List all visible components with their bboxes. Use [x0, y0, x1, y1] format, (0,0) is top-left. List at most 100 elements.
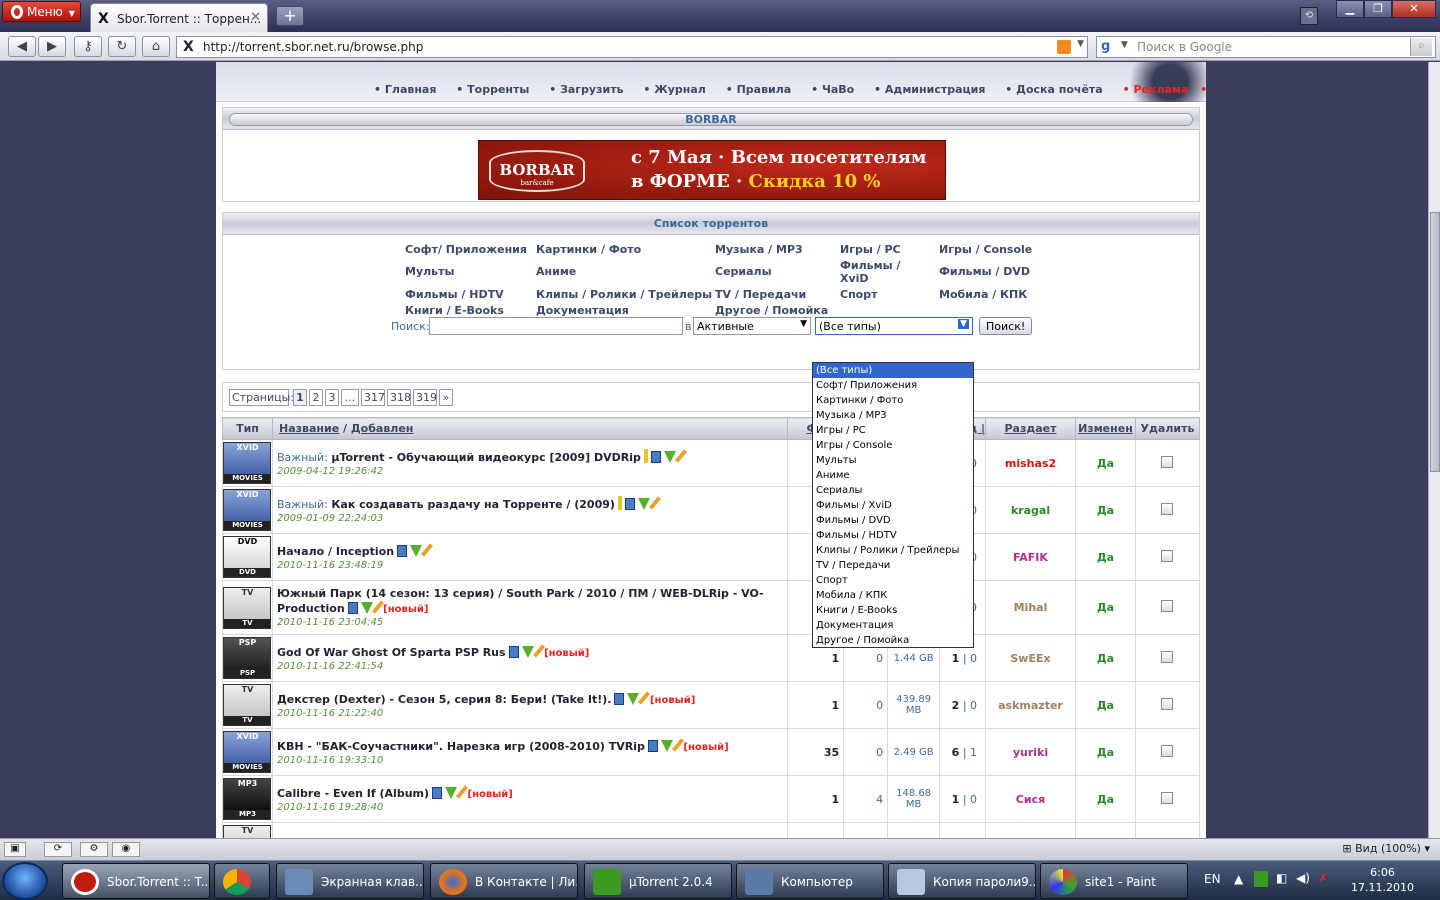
nav-item[interactable]: • Главная [374, 83, 444, 96]
table-row[interactable]: DVD DVD Начало / Inception 2010-11-16 23:48… [222, 533, 1201, 581]
edit-icon[interactable] [421, 543, 434, 557]
dropdown-option[interactable]: Сериалы [813, 483, 973, 498]
category-link[interactable]: Игры / Console [939, 243, 1032, 256]
torrent-title-link[interactable]: Как создавать раздачу на Торренте / (200… [331, 498, 614, 511]
close-window-button[interactable]: ✕ [1392, 0, 1436, 18]
dropdown-option[interactable]: Книги / E-Books [813, 603, 973, 618]
trash-icon[interactable]: ⟲ [1300, 7, 1318, 25]
uploader-link[interactable]: SwEEx [985, 634, 1076, 682]
col-changed[interactable]: Изменен [1074, 417, 1136, 440]
download-icon[interactable] [660, 740, 673, 752]
dropdown-option[interactable]: Игры / Console [813, 438, 973, 453]
chevron-down-icon[interactable]: ▼ [1077, 39, 1084, 49]
utorrent-tray-icon[interactable] [1254, 871, 1268, 887]
language-indicator[interactable]: EN [1204, 872, 1221, 886]
dropdown-option[interactable]: Картинки / Фото [813, 393, 973, 408]
files-cell[interactable]: 35 [787, 728, 845, 776]
home-button[interactable]: ⌂ [142, 36, 170, 57]
rss-icon[interactable] [1057, 40, 1071, 54]
category-link[interactable]: Фильмы / HDTV [405, 288, 504, 301]
nav-item[interactable]: • Торренты [456, 83, 537, 96]
category-link[interactable]: Сериалы [715, 265, 772, 278]
delete-checkbox[interactable] [1161, 697, 1174, 710]
category-link[interactable]: Книги / E-Books [405, 304, 504, 317]
antivirus-icon[interactable]: ✗ [1318, 871, 1328, 885]
task-opera[interactable]: Sbor.Torrent :: T... [62, 863, 210, 899]
opera-menu-button[interactable]: Меню ▼ [2, 1, 81, 22]
edit-icon[interactable] [455, 785, 469, 799]
volume-icon[interactable]: ◀) [1296, 871, 1310, 885]
type-cell[interactable]: PSP PSP [222, 634, 273, 682]
nav-item-ad[interactable]: • Реклама • [1123, 83, 1208, 96]
close-tab-icon[interactable]: ✕ [250, 10, 261, 25]
category-icon[interactable]: XVID MOVIES [223, 442, 272, 484]
category-link[interactable]: Клипы / Ролики / Трейлеры [536, 288, 712, 301]
dropdown-option[interactable]: Другое / Помойка [813, 633, 973, 648]
dropdown-option[interactable]: Клипы / Ролики / Трейлеры [813, 543, 973, 558]
type-cell[interactable]: XVID MOVIES [222, 486, 273, 534]
delete-checkbox[interactable] [1161, 549, 1174, 562]
task-utorrent[interactable]: µTorrent 2.0.4 [584, 863, 732, 899]
task-notepad[interactable]: Копия пароли9... [888, 863, 1036, 899]
details-icon[interactable] [650, 451, 661, 463]
table-row[interactable]: XVID MOVIES Важный: µTorrent - Обучающий в… [222, 439, 1201, 487]
category-icon[interactable]: XVID MOVIES [223, 489, 272, 531]
category-link[interactable]: Другое / Помойка [715, 304, 828, 317]
files-cell[interactable]: 6 [787, 822, 845, 838]
category-icon[interactable]: DVD DVD [223, 536, 272, 578]
torrent-title-link[interactable]: God Of War Ghost Of Sparta PSP Rus [277, 646, 506, 659]
uploader-link[interactable]: yuriki [985, 728, 1076, 776]
category-icon[interactable]: PSP PSP [223, 637, 272, 679]
download-icon[interactable] [637, 498, 650, 510]
torrent-title-link[interactable]: µTorrent - Обучающий видеокурс [2009] DV… [331, 451, 640, 464]
type-cell[interactable]: TVTV [222, 822, 273, 838]
table-row[interactable]: MP3 MP3 Calibre - Even If (Album) [новый] 2… [222, 775, 1201, 823]
uploader-link[interactable]: mishas2 [985, 439, 1076, 487]
nav-item[interactable]: • Загрузить [549, 83, 631, 96]
comments-cell[interactable]: 4 [843, 775, 889, 823]
category-link[interactable]: Мобила / КПК [939, 288, 1027, 301]
minimize-button[interactable]: ▁ [1336, 0, 1364, 18]
comments-cell[interactable]: 0 [843, 681, 889, 729]
google-icon[interactable]: g [1101, 39, 1110, 54]
task-computer[interactable]: Компьютер [736, 863, 884, 899]
maximize-button[interactable]: ❐ [1364, 0, 1392, 18]
page-link[interactable]: 319 [413, 389, 437, 406]
key-icon[interactable]: ⚷ [74, 36, 102, 57]
dropdown-option[interactable]: Аниме [813, 468, 973, 483]
dropdown-option[interactable]: Фильмы / DVD [813, 513, 973, 528]
details-icon[interactable] [624, 498, 635, 510]
delete-checkbox[interactable] [1161, 600, 1174, 612]
scrollbar-thumb[interactable] [1430, 212, 1440, 472]
table-row[interactable]: TV TV Южный Парк (14 сезон: 13 серия) / So… [222, 580, 1201, 635]
edit-icon[interactable] [674, 449, 687, 463]
back-button[interactable]: ◀ [8, 36, 36, 57]
delete-checkbox[interactable] [1161, 502, 1174, 515]
delete-checkbox[interactable] [1161, 791, 1174, 804]
torrent-search-input[interactable] [429, 317, 683, 335]
delete-checkbox[interactable] [1161, 744, 1174, 757]
search-field[interactable]: g ▼ Поиск в Google ⌕ [1096, 36, 1436, 58]
uploader-link[interactable]: Сися [985, 775, 1076, 823]
turbo-icon[interactable]: ⚙ [80, 842, 108, 857]
download-icon[interactable] [663, 451, 676, 463]
edit-icon[interactable] [638, 691, 651, 705]
reload-button[interactable]: ↻ [108, 36, 136, 57]
download-icon[interactable] [360, 602, 373, 614]
search-icon[interactable]: ⌕ [1410, 38, 1432, 56]
nav-item[interactable]: • Журнал [643, 83, 713, 96]
type-cell[interactable]: XVID MOVIES [222, 728, 273, 776]
peers-cell[interactable]: 1 | 0 [939, 775, 987, 823]
page-link[interactable]: 1 [293, 389, 307, 406]
uploader-link[interactable]: FAFIK [985, 533, 1076, 581]
delete-checkbox[interactable] [1161, 455, 1174, 468]
category-link[interactable]: Картинки / Фото [536, 243, 641, 256]
task-chrome[interactable] [214, 863, 270, 899]
download-icon[interactable] [445, 787, 458, 799]
dropdown-option[interactable]: TV / Передачи [813, 558, 973, 573]
start-button[interactable] [2, 862, 48, 900]
dropdown-option[interactable]: Игры / PC [813, 423, 973, 438]
category-link[interactable]: Софт/ Приложения [405, 243, 527, 256]
dropdown-option[interactable]: Фильмы / HDTV [813, 528, 973, 543]
search-button[interactable]: Поиск! [979, 317, 1033, 335]
